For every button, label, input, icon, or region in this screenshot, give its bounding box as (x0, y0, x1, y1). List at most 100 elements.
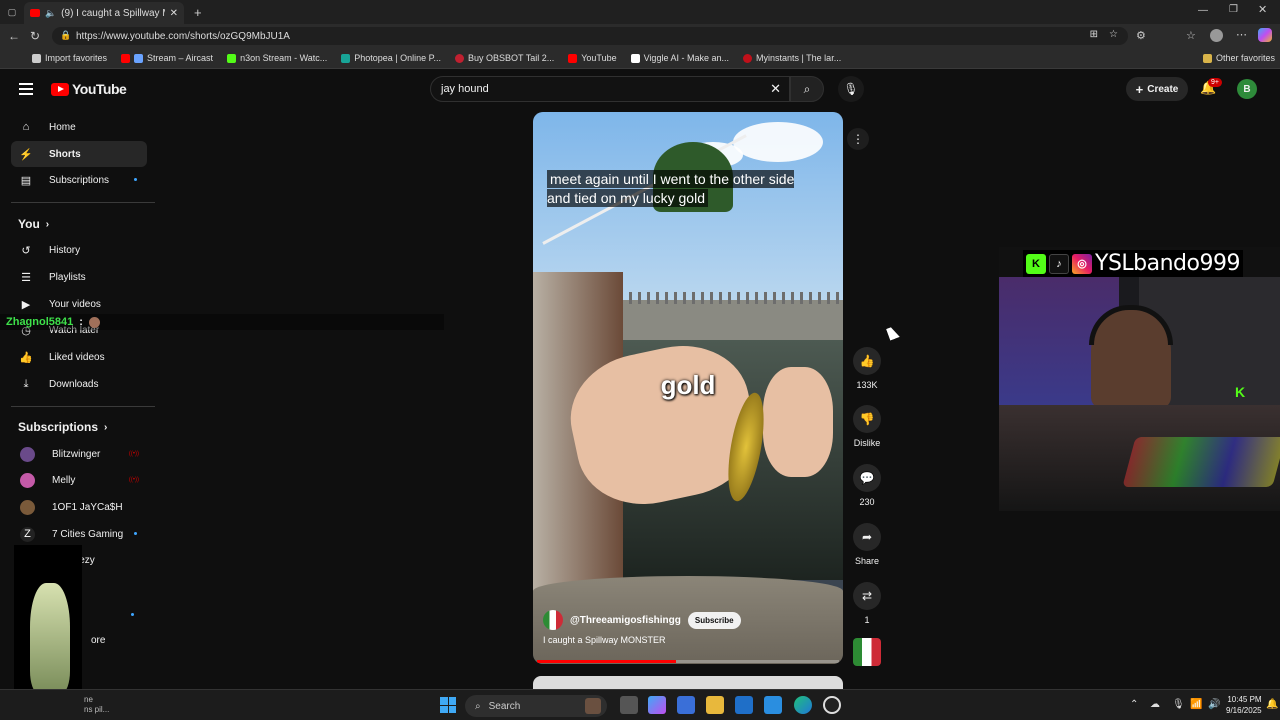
extensions-icon[interactable]: ⚙ (1136, 29, 1146, 42)
video-progress-bar[interactable] (537, 660, 839, 663)
remix-action[interactable]: ⇄ 1 (851, 582, 883, 625)
sidebar-item-history[interactable]: ↺ History (11, 237, 147, 263)
tab-actions-icon[interactable]: ▢ (0, 7, 24, 18)
youtube-logo[interactable]: YouTube (51, 81, 127, 97)
taskbar-clock[interactable]: 10:45 PM 9/16/2025 (1226, 694, 1262, 716)
kick-logo-icon: K (1235, 384, 1246, 400)
edge-icon[interactable] (794, 696, 812, 714)
taskbar-search[interactable]: ⌕ Search (465, 695, 607, 717)
subscriptions-icon: ▤ (20, 174, 32, 187)
channel-avatar[interactable] (543, 610, 563, 630)
thumbs-up-icon[interactable]: 👍 (853, 347, 881, 375)
shorts-video-player[interactable]: meet again until I went to the other sid… (533, 112, 843, 664)
menu-dots-icon[interactable]: ⋯ (1236, 28, 1247, 41)
sidebar-subscriptions-header[interactable]: Subscriptions › (18, 420, 107, 434)
sidebar-item-liked-videos[interactable]: 👍 Liked videos (11, 344, 147, 370)
subscription-channel[interactable]: 1OF1 JaYCa$H (11, 494, 147, 520)
live-indicator-icon: ((•)) (128, 451, 139, 457)
reload-icon[interactable]: ↻ (30, 29, 40, 43)
browser-tab-active[interactable]: 🔈 (9) I caught a Spillway MONS ✕ (24, 2, 184, 24)
subscription-channel[interactable]: Blitzwinger ((•)) (11, 441, 147, 467)
favorites-icon[interactable]: ☆ (1186, 29, 1196, 42)
clear-search-icon[interactable]: ✕ (770, 81, 781, 97)
copilot-icon[interactable] (648, 696, 666, 714)
remix-icon[interactable]: ⇄ (853, 582, 881, 610)
url-field[interactable]: 🔒 https://www.youtube.com/shorts/ozGQ9Mb… (52, 27, 1128, 45)
close-tab-icon[interactable]: ✕ (170, 8, 178, 19)
bookmark-import[interactable]: Import favorites (32, 53, 107, 63)
close-window-icon[interactable]: ✕ (1258, 3, 1267, 16)
url-text: https://www.youtube.com/shorts/ozGQ9MbJU… (76, 30, 290, 42)
hamburger-menu-icon[interactable] (19, 83, 33, 95)
shorts-icon: ⚡ (19, 148, 33, 161)
sidebar-item-playlists[interactable]: ☰ Playlists (11, 264, 147, 290)
like-action[interactable]: 👍 133K (851, 347, 883, 390)
bookmark-viggle[interactable]: Viggle AI - Make an... (630, 53, 729, 63)
star-icon[interactable]: ☆ (1109, 29, 1118, 40)
chat-emote-icon (88, 316, 100, 328)
search-button[interactable]: ⌕ (790, 76, 824, 102)
mouse-cursor-icon (886, 325, 900, 341)
file-explorer-icon[interactable] (706, 696, 724, 714)
notifications-icon[interactable]: 🔔 (1266, 699, 1278, 710)
microphone-icon[interactable]: 🎙 (1172, 699, 1185, 710)
search-input[interactable]: jay hound ✕ (430, 76, 790, 102)
subscribe-button[interactable]: Subscribe (687, 611, 741, 629)
next-short-preview[interactable] (533, 676, 843, 689)
task-view-icon[interactable] (620, 696, 638, 714)
back-icon[interactable]: ← (8, 29, 20, 43)
video-title[interactable]: I caught a Spillway MONSTER (543, 635, 666, 645)
comment-icon[interactable]: 💬 (853, 464, 881, 492)
store-icon[interactable] (677, 696, 695, 714)
bookmark-other-favorites[interactable]: Other favorites (1203, 53, 1275, 63)
microphone-icon: 🎙 (843, 82, 859, 96)
create-button[interactable]: + Create (1126, 77, 1188, 101)
app-icon[interactable]: ⊞ (1090, 29, 1098, 40)
bookmark-n3on[interactable]: n3on Stream - Watc... (227, 53, 327, 63)
more-options-icon[interactable]: ⋮ (847, 128, 869, 150)
notification-badge: 9+ (1208, 78, 1222, 87)
photos-icon[interactable] (764, 696, 782, 714)
sidebar-you-header[interactable]: You › (18, 217, 49, 231)
bookmark-youtube[interactable]: YouTube (568, 53, 617, 63)
minimize-icon[interactable]: — (1198, 5, 1208, 16)
video-center-word: gold (660, 370, 716, 400)
comments-action[interactable]: 💬 230 (851, 464, 883, 507)
bookmark-photopea[interactable]: Photopea | Online P... (341, 53, 441, 63)
subscription-channel[interactable]: Z7 Cities Gaming (11, 521, 147, 547)
profile-icon[interactable] (1210, 29, 1223, 42)
copilot-icon[interactable] (1258, 28, 1272, 42)
obs-icon[interactable] (823, 696, 841, 714)
cloud-icon[interactable]: ☁ (1150, 699, 1160, 710)
sidebar-item-home[interactable]: ⌂ Home (11, 114, 147, 140)
voice-search-button[interactable]: 🎙 (838, 76, 864, 102)
account-avatar[interactable]: B (1237, 79, 1257, 99)
lock-icon: 🔒 (60, 30, 72, 40)
sidebar-item-shorts[interactable]: ⚡ Shorts (11, 141, 147, 167)
show-hidden-icons-icon[interactable]: ⌃ (1130, 699, 1138, 710)
folder-icon (1203, 53, 1212, 63)
share-action[interactable]: ➦ Share (851, 523, 883, 566)
bookmark-obsbot[interactable]: Buy OBSBOT Tail 2... (455, 53, 554, 63)
bookmark-aircast[interactable]: Stream – Aircast (121, 53, 213, 63)
sidebar-item-downloads[interactable]: ⤓ Downloads (11, 371, 147, 397)
new-tab-icon[interactable]: + (194, 5, 202, 20)
taskbar-widget-text[interactable]: ne ns pil... (84, 695, 109, 715)
volume-icon[interactable]: 🔊 (1208, 699, 1220, 710)
channel-name[interactable]: @Threeamigosfishingg (570, 615, 681, 626)
windows-start-icon[interactable] (440, 697, 456, 713)
restore-icon[interactable]: ❐ (1229, 4, 1238, 15)
dislike-action[interactable]: 👎 Dislike (851, 405, 883, 448)
thumbs-down-icon[interactable]: 👎 (853, 405, 881, 433)
speaker-icon[interactable]: 🔈 (45, 8, 56, 19)
chevron-right-icon: › (104, 421, 108, 433)
bookmark-myinstants[interactable]: Myinstants | The lar... (742, 53, 841, 63)
share-icon[interactable]: ➦ (853, 523, 881, 551)
obsbot-icon (455, 53, 465, 63)
network-icon[interactable]: 📶 (1190, 699, 1202, 710)
outlook-icon[interactable] (735, 696, 753, 714)
sidebar-item-subscriptions[interactable]: ▤ Subscriptions (11, 167, 147, 193)
subscription-channel[interactable]: Melly ((•)) (11, 467, 147, 493)
new-content-dot (134, 532, 137, 535)
audio-thumbnail[interactable] (853, 638, 881, 666)
